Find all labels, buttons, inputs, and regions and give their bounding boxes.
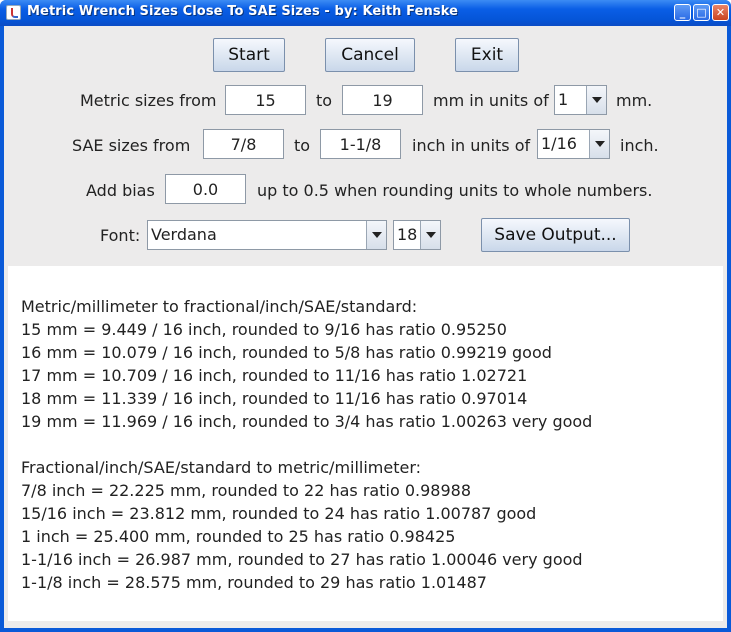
app-window: Metric Wrench Sizes Close To SAE Sizes -… <box>0 0 731 632</box>
close-button[interactable]: ✕ <box>712 4 729 21</box>
font-label: Font: <box>100 226 141 245</box>
maximize-button[interactable]: □ <box>693 4 710 21</box>
output-text-area[interactable]: Metric/millimeter to fractional/inch/SAE… <box>8 266 723 621</box>
bias-label: Add bias <box>86 181 155 200</box>
font-size-select[interactable]: 18 <box>393 220 441 250</box>
output-line: 1-1/16 inch = 26.987 mm, rounded to 27 h… <box>21 550 583 569</box>
metric-suffix-label: mm. <box>616 91 653 110</box>
sae-from-field[interactable]: 7/8 <box>203 129 284 159</box>
chevron-down-icon[interactable] <box>586 86 606 114</box>
metric-from-field[interactable]: 15 <box>225 85 306 115</box>
sae-units-label: inch in units of <box>412 136 531 155</box>
start-button[interactable]: Start <box>213 38 285 72</box>
output-line: Metric/millimeter to fractional/inch/SAE… <box>21 297 418 316</box>
metric-unit-value: 1 <box>558 90 569 109</box>
output-line: 15/16 inch = 23.812 mm, rounded to 24 ha… <box>21 504 537 523</box>
output-line: 17 mm = 10.709 / 16 inch, rounded to 11/… <box>21 366 528 385</box>
save-output-button[interactable]: Save Output... <box>481 218 630 252</box>
output-line: 7/8 inch = 22.225 mm, rounded to 22 has … <box>21 481 471 500</box>
output-line: 19 mm = 11.969 / 16 inch, rounded to 3/4… <box>21 412 593 431</box>
minimize-button[interactable]: _ <box>674 4 691 21</box>
output-line: 16 mm = 10.079 / 16 inch, rounded to 5/8… <box>21 343 552 362</box>
exit-button[interactable]: Exit <box>455 38 519 72</box>
output-line: Fractional/inch/SAE/standard to metric/m… <box>21 458 422 477</box>
metric-to-label: to <box>316 91 333 110</box>
cancel-button[interactable]: Cancel <box>325 38 415 72</box>
window-title: Metric Wrench Sizes Close To SAE Sizes -… <box>27 4 459 19</box>
bias-field[interactable]: 0.0 <box>165 174 246 204</box>
output-line: 1 inch = 25.400 mm, rounded to 25 has ra… <box>21 527 456 546</box>
sae-to-label: to <box>294 136 311 155</box>
java-app-icon <box>6 5 21 20</box>
sae-to-field[interactable]: 1-1/8 <box>320 129 401 159</box>
chevron-down-icon[interactable] <box>420 221 440 249</box>
output-line: 15 mm = 9.449 / 16 inch, rounded to 9/16… <box>21 320 507 339</box>
metric-to-field[interactable]: 19 <box>342 85 423 115</box>
output-line: 18 mm = 11.339 / 16 inch, rounded to 11/… <box>21 389 528 408</box>
metric-units-label: mm in units of <box>433 91 549 110</box>
font-name-select[interactable]: Verdana <box>147 220 387 250</box>
output-line: 1-1/8 inch = 28.575 mm, rounded to 29 ha… <box>21 573 487 592</box>
chevron-down-icon[interactable] <box>589 130 609 158</box>
sae-unit-value: 1/16 <box>541 134 577 153</box>
metric-unit-select[interactable]: 1 <box>554 85 607 115</box>
sae-sizes-label: SAE sizes from <box>72 136 191 155</box>
chevron-down-icon[interactable] <box>366 221 386 249</box>
font-size-value: 18 <box>397 225 418 244</box>
sae-unit-select[interactable]: 1/16 <box>537 129 610 159</box>
font-name-value: Verdana <box>151 225 217 244</box>
sae-suffix-label: inch. <box>620 136 659 155</box>
title-bar[interactable]: Metric Wrench Sizes Close To SAE Sizes -… <box>0 0 731 26</box>
metric-sizes-label: Metric sizes from <box>80 91 217 110</box>
bias-hint-label: up to 0.5 when rounding units to whole n… <box>257 181 653 200</box>
